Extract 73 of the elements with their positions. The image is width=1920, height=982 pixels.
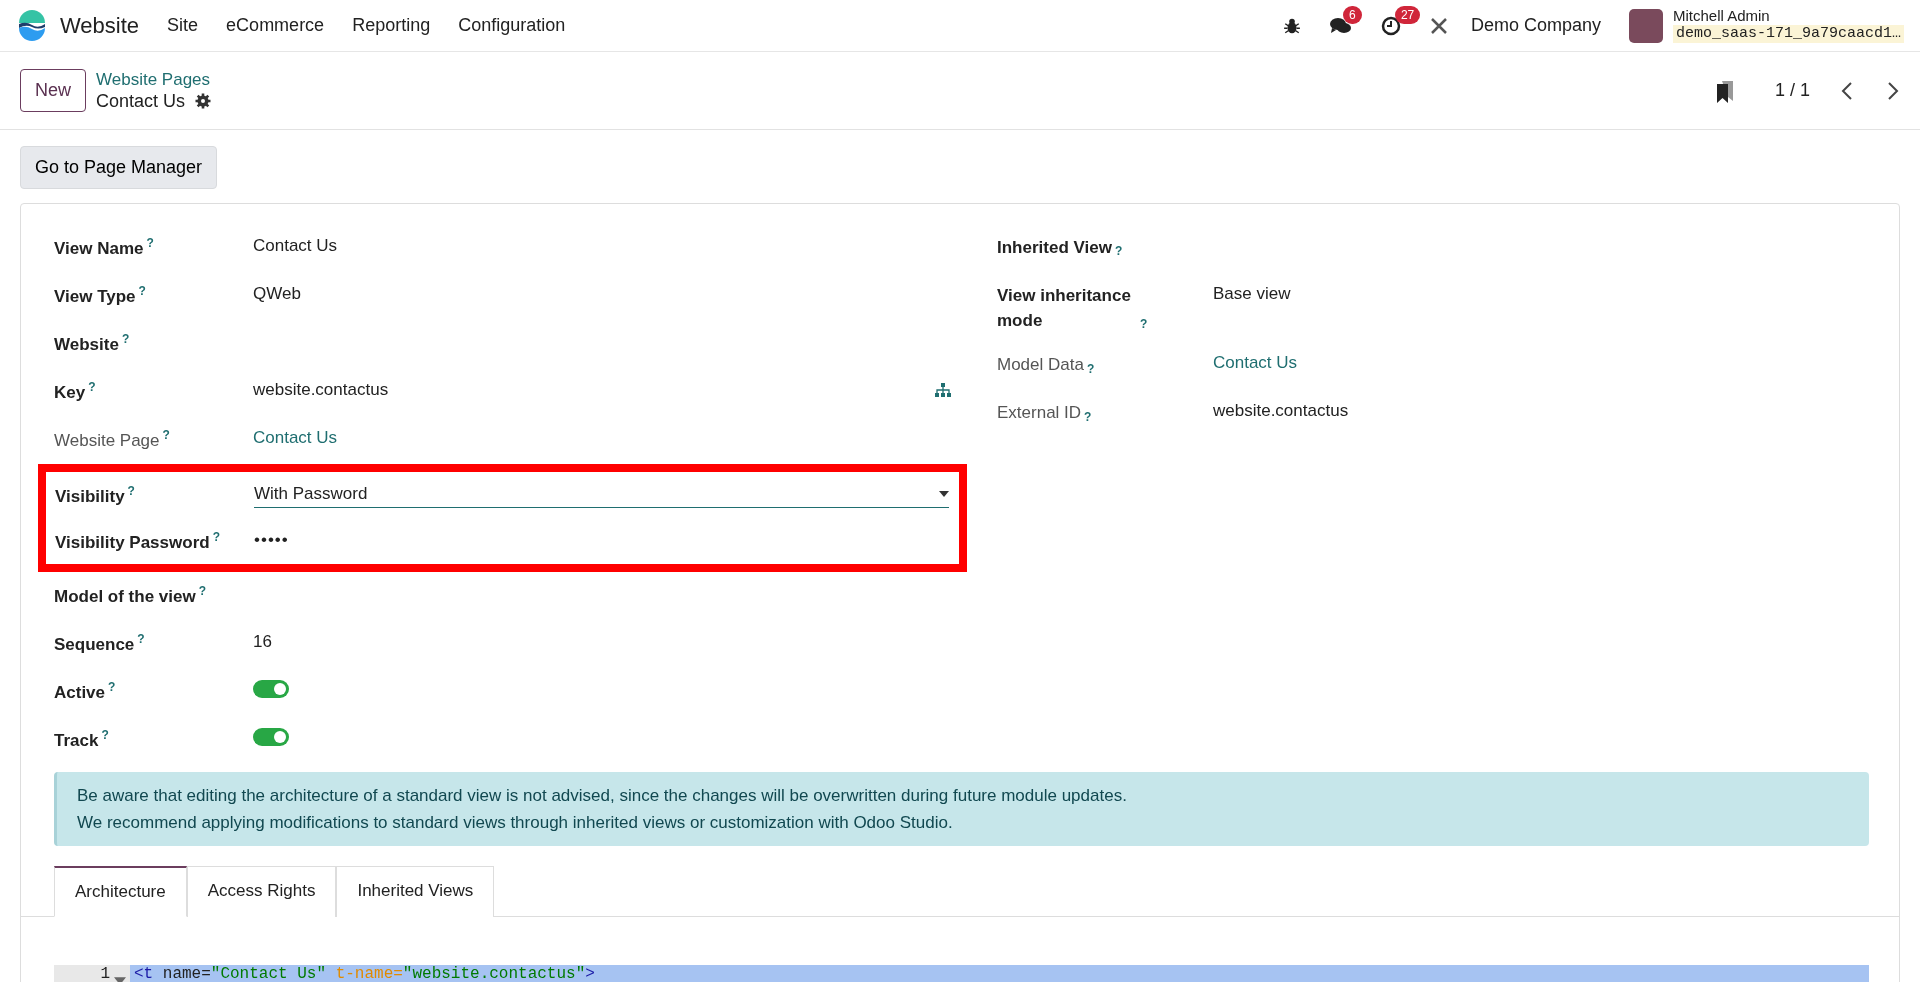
message-count-badge: 6	[1342, 5, 1362, 24]
toggle-switch[interactable]	[253, 728, 289, 746]
chevron-left-icon[interactable]	[1840, 80, 1854, 101]
alert-text: Be aware that editing the architecture of a standard view is not advised, since the changes will be overwritten during future module updates.	[77, 785, 1128, 807]
menu-item[interactable]: Site	[167, 15, 199, 36]
help-icon[interactable]: ?	[212, 530, 220, 544]
password-field[interactable]: •••••	[254, 530, 289, 550]
user-avatar[interactable]	[1628, 8, 1663, 43]
menu-item[interactable]: Configuration	[458, 15, 566, 36]
field-label: Model Data	[997, 354, 1084, 377]
chevron-right-icon[interactable]	[1886, 80, 1900, 101]
pager-value[interactable]: 1 / 1	[1774, 80, 1810, 101]
field-link[interactable]: Contact Us	[1213, 353, 1298, 374]
help-icon[interactable]: ?	[121, 332, 130, 346]
menu-item[interactable]: eCommerce	[226, 15, 325, 36]
app-name[interactable]: Website	[60, 12, 140, 39]
help-icon[interactable]: ?	[108, 680, 116, 694]
bookmark-icon[interactable]	[1714, 78, 1735, 103]
field-label: Visibility Password	[55, 532, 210, 552]
field-value: website.contactus	[253, 380, 389, 400]
hierarchy-icon[interactable]	[935, 383, 951, 397]
field-link[interactable]: Contact Us	[253, 428, 338, 448]
breadcrumb-link[interactable]: Website Pages	[96, 68, 212, 90]
field-label: External ID	[997, 402, 1082, 425]
alert-text: We recommend applying modifications to standard views through inherited views or customization with Odoo Studio.	[77, 812, 954, 835]
help-icon[interactable]: ?	[1140, 315, 1148, 334]
field-label: Visibility	[55, 486, 125, 506]
field-label: Key	[54, 382, 86, 402]
line-number: 1	[54, 965, 114, 982]
user-name[interactable]: Mitchell Admin	[1672, 8, 1904, 25]
breadcrumb-current: Contact Us	[96, 89, 186, 113]
menu-item[interactable]: Reporting	[352, 15, 431, 36]
tab[interactable]: Access Rights	[186, 866, 337, 918]
app-logo-icon[interactable]	[16, 9, 48, 42]
field-value: QWeb	[253, 284, 301, 304]
help-icon[interactable]: ?	[138, 284, 146, 298]
help-icon[interactable]: ?	[101, 728, 109, 742]
caret-icon	[939, 491, 949, 497]
field-label: View Type	[54, 286, 136, 306]
help-icon[interactable]: ?	[162, 428, 170, 442]
activity-count-badge: 27	[1394, 5, 1421, 24]
gear-icon[interactable]	[195, 93, 212, 110]
help-icon[interactable]: ?	[88, 380, 96, 394]
field-value: Base view	[1213, 284, 1291, 304]
field-label: Track	[54, 730, 99, 750]
toggle-switch[interactable]	[253, 680, 289, 698]
field-label: Inherited View	[997, 237, 1112, 259]
company-switcher[interactable]: Demo Company	[1470, 15, 1601, 36]
help-icon[interactable]: ?	[137, 632, 145, 646]
field-label: Sequence	[54, 634, 135, 654]
visibility-select[interactable]: With Password	[254, 484, 949, 508]
field-label: Model of the view	[54, 586, 196, 606]
field-value: website.contactus	[1213, 401, 1349, 422]
tab[interactable]: Architecture	[54, 866, 187, 918]
field-label: Website	[54, 334, 119, 354]
field-value: 16	[253, 632, 272, 652]
tab[interactable]: Inherited Views	[336, 866, 495, 918]
field-value: Contact Us	[253, 236, 338, 256]
database-name: demo_saas-171_9a79caacd1…	[1672, 24, 1904, 43]
new-button[interactable]: New	[20, 69, 86, 112]
field-label: View Name	[54, 238, 144, 258]
field-label: Active	[54, 682, 106, 702]
bug-icon[interactable]	[1282, 16, 1301, 35]
help-icon[interactable]: ?	[1084, 408, 1092, 426]
clock-icon[interactable]	[1380, 15, 1401, 36]
help-icon[interactable]: ?	[146, 236, 154, 250]
field-label: View inheritance mode	[997, 285, 1132, 332]
help-icon[interactable]: ?	[1086, 360, 1095, 378]
help-icon[interactable]: ?	[127, 484, 135, 498]
help-icon[interactable]: ?	[1114, 243, 1123, 261]
help-icon[interactable]: ?	[198, 584, 207, 598]
field-label: Website Page	[54, 430, 160, 450]
go-to-page-manager-button[interactable]: Go to Page Manager	[20, 146, 218, 189]
